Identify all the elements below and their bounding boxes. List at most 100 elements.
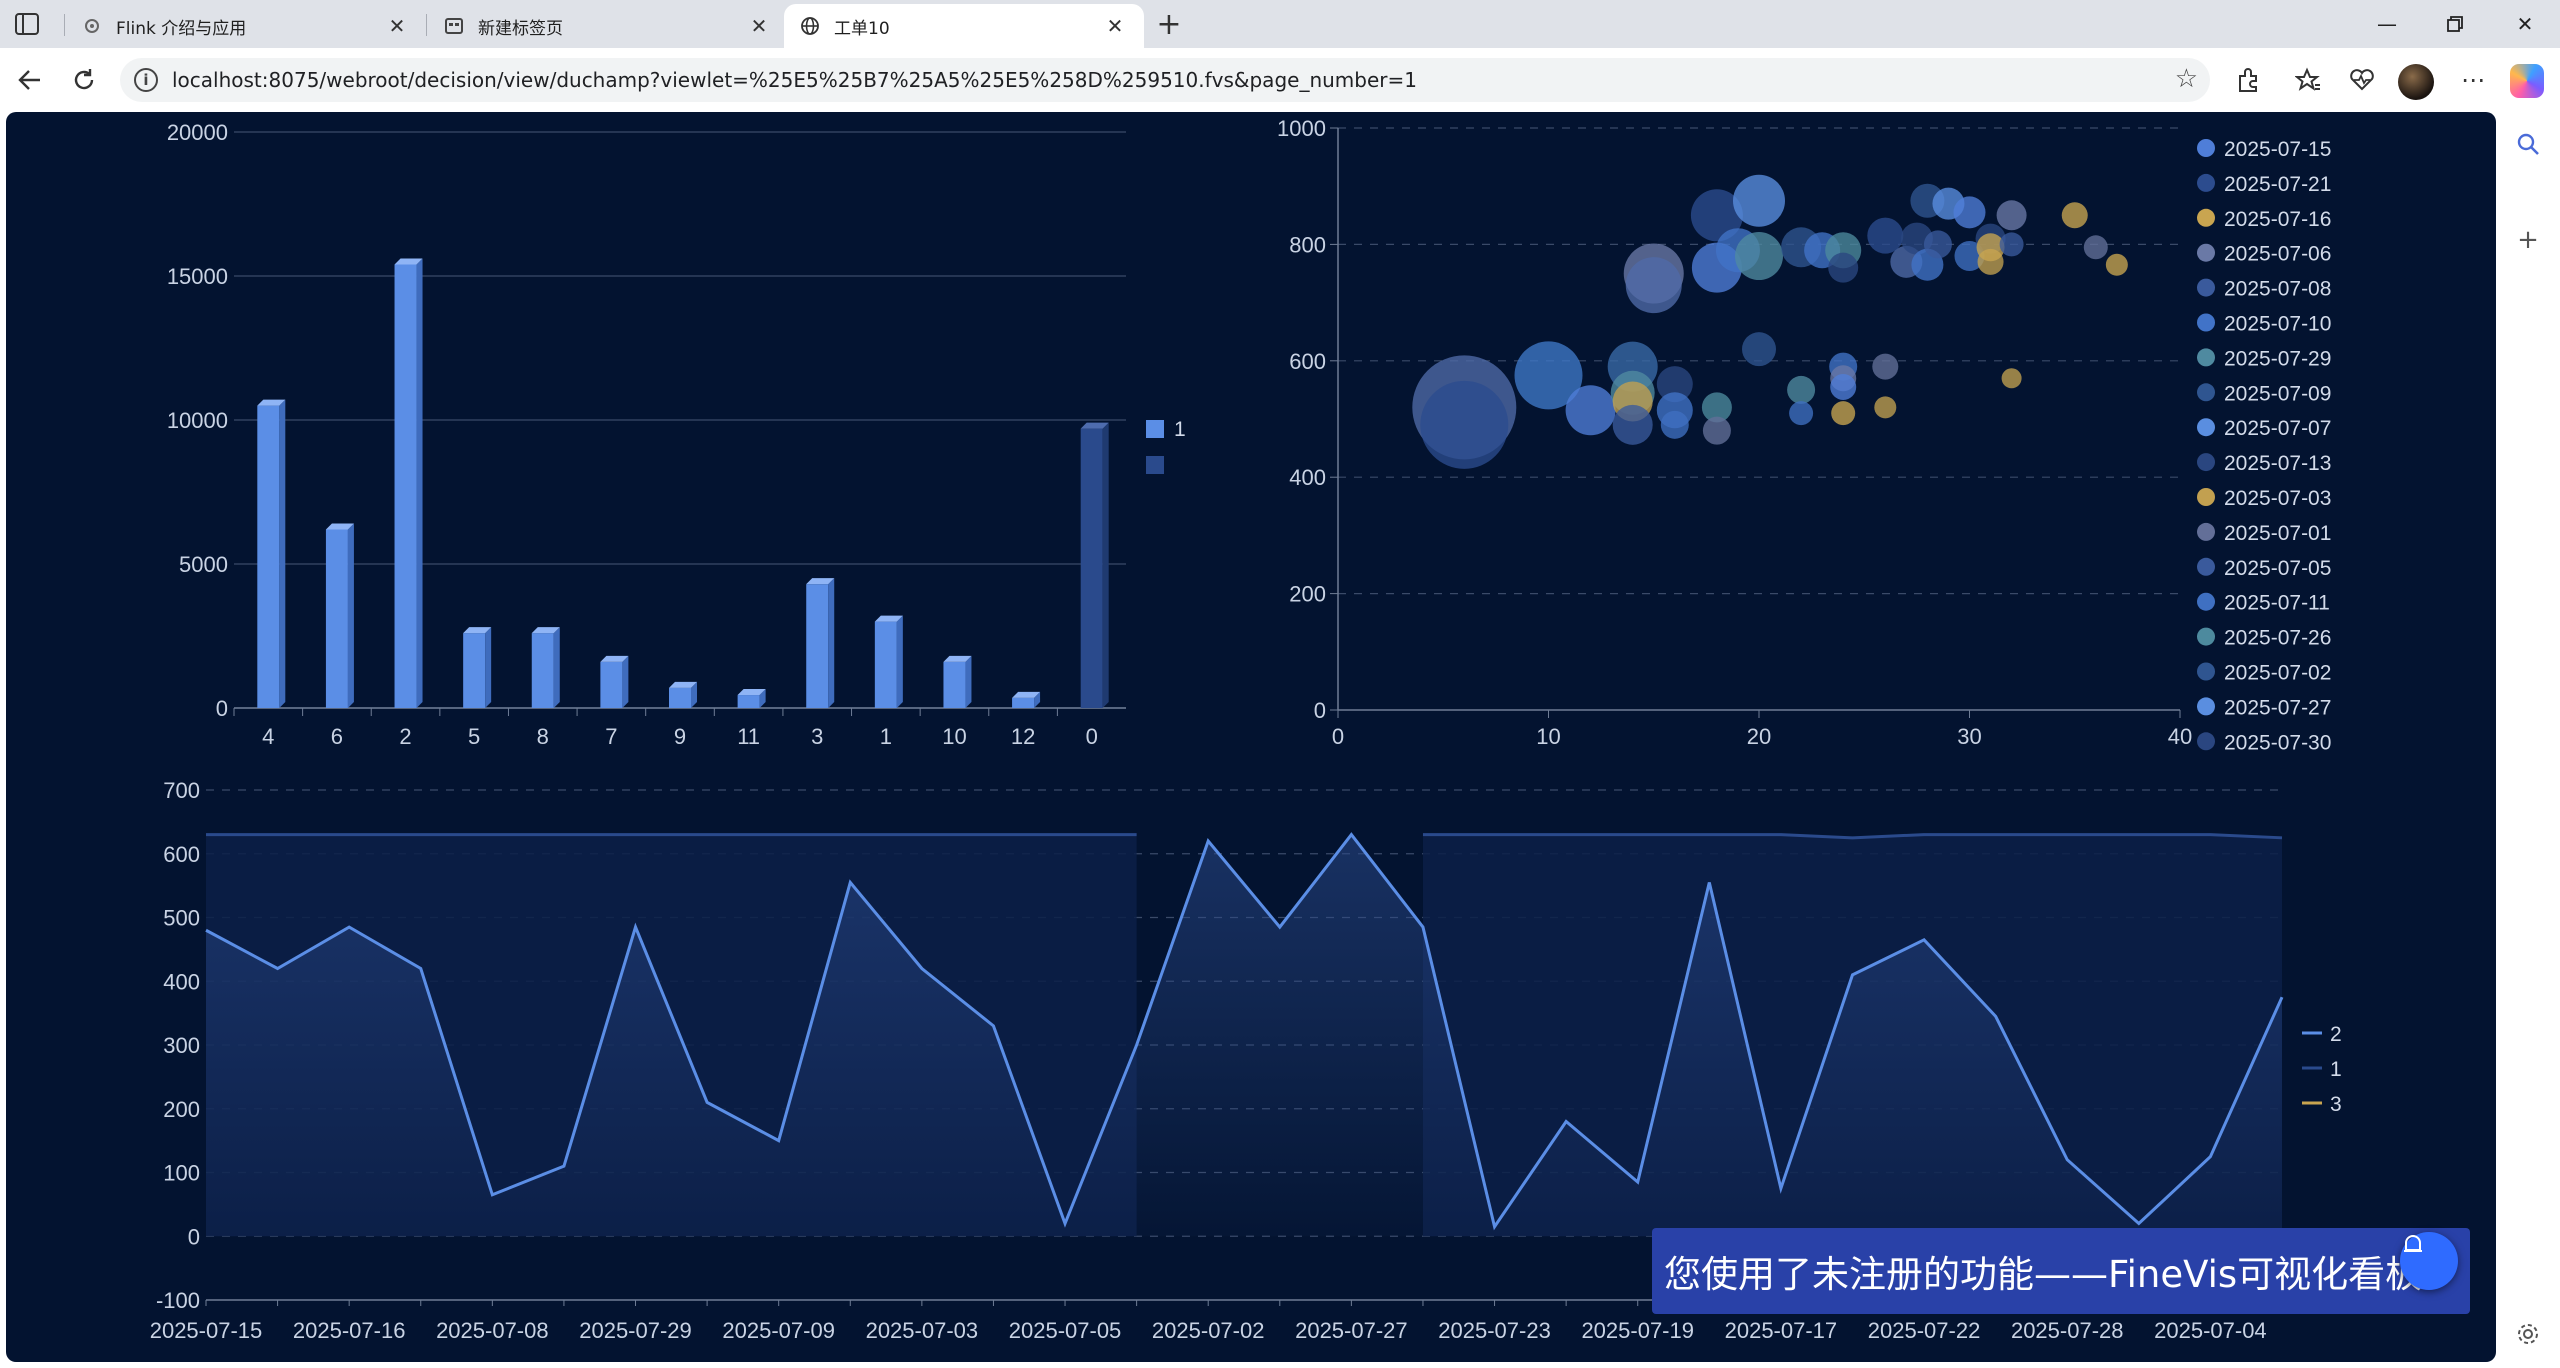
restore-button[interactable] <box>2435 8 2475 40</box>
performance-icon[interactable] <box>2344 62 2380 98</box>
bubble <box>2083 235 2108 260</box>
legend-marker <box>2197 453 2215 472</box>
close-icon[interactable]: ✕ <box>386 14 408 38</box>
bubble <box>1733 174 1785 227</box>
bubble <box>2061 202 2088 229</box>
legend-marker <box>2197 313 2215 332</box>
legend-marker <box>2197 208 2215 227</box>
bar-x-tick-label: 3 <box>811 724 823 749</box>
settings-icon[interactable] <box>2514 1320 2542 1348</box>
area-x-tick-label: 2025-07-19 <box>1581 1318 1694 1343</box>
reload-icon[interactable] <box>66 62 102 98</box>
bar-side <box>485 627 492 708</box>
legend-marker <box>2197 139 2215 157</box>
legend-label: 2025-07-08 <box>2224 278 2331 301</box>
bar <box>394 264 417 708</box>
legend-label: 2 <box>2330 1023 2342 1046</box>
area-x-tick-label: 2025-07-16 <box>293 1318 406 1343</box>
new-tab-button[interactable]: + <box>1153 7 1185 42</box>
bubble <box>1830 373 1857 400</box>
tab-flink[interactable]: Flink 介绍与应用 ✕ <box>66 4 426 48</box>
tab-actions-icon[interactable] <box>14 12 44 38</box>
bar <box>737 695 760 708</box>
legend-marker <box>2197 383 2215 402</box>
bubble <box>1996 200 2027 231</box>
area-y-tick-label: 500 <box>163 906 200 931</box>
close-icon[interactable]: ✕ <box>748 14 770 38</box>
bubble <box>1625 257 1682 314</box>
bubble <box>1872 353 1899 380</box>
legend-label: 3 <box>2330 1093 2342 1116</box>
legend-label: 2025-07-07 <box>2224 417 2331 440</box>
area-x-tick-label: 2025-07-17 <box>1725 1318 1838 1343</box>
bar-x-tick-label: 7 <box>605 724 617 749</box>
bubble <box>1828 252 1859 283</box>
tab-title: 工单10 <box>834 18 890 39</box>
bar <box>669 687 691 708</box>
add-icon[interactable]: + <box>2514 225 2542 255</box>
legend-label: 2025-07-16 <box>2224 208 2331 231</box>
area-y-tick-label: 0 <box>188 1224 200 1249</box>
bubble <box>1702 416 1731 445</box>
scatter-y-tick-label: 0 <box>1314 698 1326 723</box>
tab-strip: Flink 介绍与应用 ✕ 新建标签页 ✕ 工单10 ✕ + — ✕ <box>0 0 2560 48</box>
bar-side <box>828 578 835 708</box>
back-icon[interactable] <box>12 62 48 98</box>
legend-label: 1 <box>2330 1058 2342 1081</box>
area-x-tick-label: 2025-07-02 <box>1152 1318 1265 1343</box>
scatter-x-tick-label: 20 <box>1747 724 1771 749</box>
bar-x-tick-label: 11 <box>737 724 760 749</box>
area-x-tick-label: 2025-07-27 <box>1295 1318 1408 1343</box>
favorite-star-icon[interactable]: ☆ <box>2175 64 2198 94</box>
site-info-icon[interactable]: i <box>134 68 158 92</box>
watermark-text: 您使用了未注册的功能——FineVis可视化看板 <box>1664 1253 2423 1296</box>
address-bar[interactable]: i localhost:8075/webroot/decision/view/d… <box>120 58 2210 102</box>
more-options-icon[interactable]: ⋯ <box>2455 62 2491 98</box>
area-y-tick-label: 100 <box>163 1161 200 1186</box>
legend-marker <box>2197 592 2215 611</box>
area-x-tick-label: 2025-07-29 <box>579 1318 692 1343</box>
legend-marker <box>2197 522 2215 541</box>
legend-label: 2025-07-21 <box>2224 173 2331 196</box>
favorites-icon[interactable] <box>2290 62 2326 98</box>
bubble <box>1660 410 1689 439</box>
bar-side <box>553 627 560 708</box>
close-window-button[interactable]: ✕ <box>2505 8 2545 40</box>
search-icon[interactable] <box>2514 130 2542 158</box>
area-x-tick-label: 2025-07-03 <box>866 1318 979 1343</box>
assistant-fab[interactable] <box>2400 1232 2458 1290</box>
scatter-y-tick-label: 400 <box>1289 465 1326 490</box>
legend-marker <box>2197 348 2215 367</box>
legend-label: 2025-07-11 <box>2224 592 2330 615</box>
bar-side <box>1102 422 1109 708</box>
legend-label: 2025-07-15 <box>2224 138 2331 161</box>
bar-x-tick-label: 6 <box>331 724 343 749</box>
close-icon[interactable]: ✕ <box>1104 14 1126 38</box>
bar <box>257 405 280 708</box>
copilot-icon[interactable] <box>2510 64 2544 98</box>
bar <box>325 529 348 708</box>
bar-x-tick-label: 10 <box>942 724 966 749</box>
tab-active[interactable]: 工单10 ✕ <box>784 4 1144 48</box>
dashboard-canvas: 0 5000 10000 15000 20000 4 6 2 5 8 7 9 11 3 1 10 12 0 1 0 20… <box>6 112 2496 1362</box>
legend-marker <box>2197 697 2215 716</box>
legend-label: 2025-07-09 <box>2224 382 2331 405</box>
legend-label: 2025-07-13 <box>2224 452 2331 475</box>
legend-marker <box>2197 173 2215 192</box>
minimize-button[interactable]: — <box>2367 8 2407 40</box>
bubble <box>1742 332 1776 367</box>
bar-x-tick-label: 2 <box>399 724 411 749</box>
tab-new[interactable]: 新建标签页 ✕ <box>428 4 788 48</box>
profile-avatar[interactable] <box>2398 64 2434 100</box>
legend-marker <box>2197 662 2215 681</box>
bar-x-tick-label: 9 <box>674 724 686 749</box>
legend-label: 2025-07-06 <box>2224 243 2331 266</box>
extensions-icon[interactable] <box>2230 62 2266 98</box>
legend-label: 2025-07-29 <box>2224 347 2331 370</box>
bar <box>806 584 829 708</box>
bar-y-tick-label: 10000 <box>167 408 228 433</box>
dashboard-charts: 050001000015000200004 6 2 5 8 7 9 11 3 1 10 12 01020… <box>150 116 2355 1343</box>
bubble <box>1867 217 1904 254</box>
area-y-tick-label: 400 <box>163 969 200 994</box>
scatter-y-tick-label: 800 <box>1289 232 1326 257</box>
